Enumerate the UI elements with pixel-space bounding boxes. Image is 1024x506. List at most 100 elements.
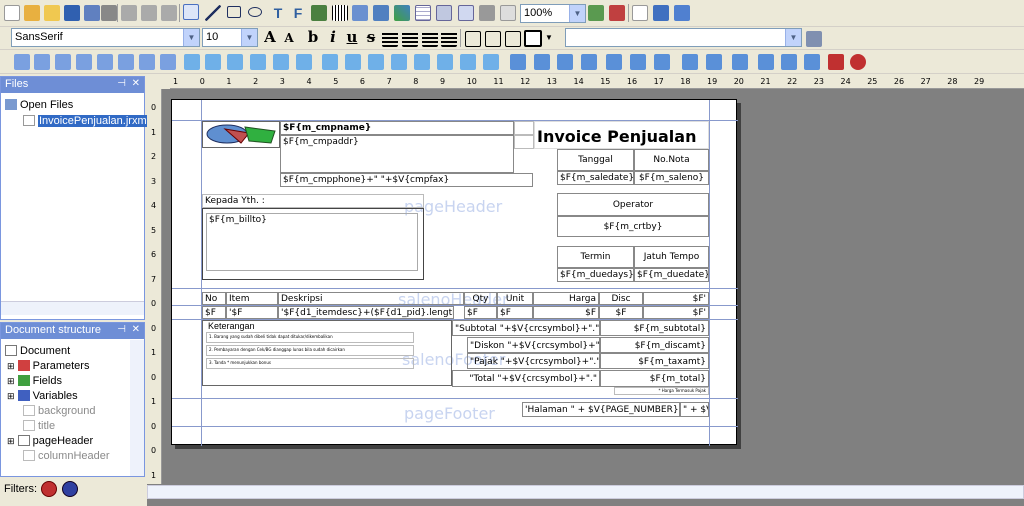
font-family-select[interactable]: SansSerif ▼ [11,28,200,47]
page-number-field[interactable]: 'Halaman " + $V{PAGE_NUMBER} [522,402,680,417]
h-space-increase-icon[interactable] [368,54,384,70]
tree-document[interactable]: Document [5,345,70,357]
magnet-icon[interactable] [850,54,866,70]
detail-total-field[interactable]: $F' [643,306,709,319]
total-label[interactable]: "Total "+$V{crcsymbol}+"." [452,370,600,387]
h-space-equal-icon[interactable] [345,54,361,70]
col-unit-header[interactable]: Unit [497,292,533,305]
operator-label[interactable]: Operator [557,193,709,216]
zoom-out-icon[interactable] [609,5,625,21]
wizard-icon[interactable] [24,5,40,21]
save-all-icon[interactable] [84,5,100,21]
same-width-icon[interactable] [184,54,200,70]
pin-icon[interactable]: ⊣ [117,324,126,335]
chart-icon[interactable] [394,5,410,21]
jatuhtempo-label[interactable]: Jatuh Tempo [634,246,709,268]
chevron-down-icon[interactable]: ▼ [785,29,801,46]
detail-item-field[interactable]: '$F [226,306,278,319]
tanggal-label[interactable]: Tanggal [557,149,634,171]
same-height-min-icon[interactable] [296,54,312,70]
keterangan-label[interactable]: Keterangan [208,321,255,331]
close-icon[interactable]: ✕ [132,78,140,89]
filter-variables-icon[interactable] [62,481,78,497]
copy-icon[interactable] [141,5,157,21]
note-1[interactable]: 1. Barang yang sudah dibeli tidak dapat … [206,332,414,343]
expand-icon[interactable]: ⊞ [7,391,15,401]
tree-pageheader[interactable]: ⊞ pageHeader [7,435,93,447]
tree-parameters[interactable]: ⊞ Parameters [7,360,89,372]
align-justify-icon[interactable] [441,31,457,47]
align-middle-page-icon[interactable] [160,54,176,70]
design-horizontal-scrollbar[interactable] [147,485,1024,499]
col-no-header[interactable]: No [202,292,226,305]
valign-middle-icon[interactable] [485,31,501,47]
diskon-field[interactable]: $F{m_discamt} [600,337,709,353]
saledate-field[interactable]: $F{m_saledate} [557,171,634,185]
static-text-icon[interactable]: T [270,5,286,21]
duedate-field[interactable]: $F{m_duedate} [634,268,709,282]
page-count-field[interactable]: " + $V [680,402,709,417]
v-space-decrease-icon[interactable] [483,54,499,70]
detail-harga-field[interactable]: $F [533,306,599,319]
ellipse-tool-icon[interactable] [248,7,262,17]
tree-background[interactable]: background [23,405,96,417]
decrease-font-icon[interactable]: A [280,29,298,47]
error-log-icon[interactable] [828,54,844,70]
col-total-header[interactable]: $F' [643,292,709,305]
company-logo[interactable] [202,121,280,148]
expand-icon[interactable]: ⊞ [7,361,15,371]
run-icon[interactable] [653,5,669,21]
cut-icon[interactable] [121,5,137,21]
col-deskripsi-header[interactable]: Deskripsi [278,292,464,305]
pointer-icon[interactable] [183,4,199,20]
zoom-in-icon[interactable] [588,5,604,21]
h-space-decrease-icon[interactable] [391,54,407,70]
align-left-icon[interactable] [382,31,398,47]
align-bottom-edges-icon[interactable] [76,54,92,70]
align-right-icon[interactable] [422,31,438,47]
align-center-icon[interactable] [402,31,418,47]
termin-label[interactable]: Termin [557,246,634,268]
rectangle-tool-icon[interactable] [227,6,241,18]
font-size-select[interactable]: 10 ▼ [202,28,258,47]
expand-icon[interactable]: ⊞ [7,436,15,446]
chevron-down-icon[interactable]: ▼ [569,5,585,22]
crosstab-icon[interactable] [415,5,431,21]
tree-open-files[interactable]: Open Files [5,99,73,111]
v-space-increase-icon[interactable] [460,54,476,70]
saleno-field[interactable]: $F{m_saleno} [634,171,709,185]
border-icon[interactable] [524,30,542,47]
filter-parameters-icon[interactable] [41,481,57,497]
move-up-icon[interactable] [758,54,774,70]
report-page[interactable]: pageHeader salenoHeader salenoFooter pag… [171,99,738,446]
detail-unit-field[interactable]: $F [497,306,533,319]
company-address-field[interactable]: $F{m_cmpaddr} [280,135,514,173]
diskon-label[interactable]: "Diskon "+$V{crcsymbol}+"." [467,337,600,353]
tree-columnheader[interactable]: columnHeader [23,450,110,462]
chevron-down-icon[interactable]: ▼ [241,29,257,46]
new-file-icon[interactable] [4,5,20,21]
style-select[interactable]: ▼ [565,28,802,47]
v-space-equal-icon[interactable] [437,54,453,70]
col-disc-header[interactable]: Disc [599,292,643,305]
tree-fields[interactable]: ⊞ Fields [7,375,62,387]
band-icon[interactable] [458,5,474,21]
text-field-icon[interactable]: F [290,5,306,21]
expand-icon[interactable]: ⊞ [7,376,15,386]
company-name-field[interactable]: $F{m_cmpname} [280,121,514,135]
align-left-edges-icon[interactable] [14,54,30,70]
duedays-field[interactable]: $F{m_duedays} [557,268,634,282]
strikethrough-button[interactable]: s [362,28,380,46]
same-height-max-icon[interactable] [273,54,289,70]
barcode-icon[interactable] [332,5,348,21]
frame-icon[interactable] [352,5,368,21]
chevron-down-icon[interactable]: ▼ [183,29,199,46]
pin-icon[interactable]: ⊣ [117,78,126,89]
detail-qty-field[interactable]: $F [464,306,497,319]
line-tool-icon[interactable] [205,5,221,21]
kepada-label[interactable]: Kepada Yth. : [202,194,424,208]
detail-no-field[interactable]: $F [202,306,226,319]
join-left-icon[interactable] [606,54,622,70]
col-harga-header[interactable]: Harga [533,292,599,305]
detail-disc-field[interactable]: $F [599,306,643,319]
